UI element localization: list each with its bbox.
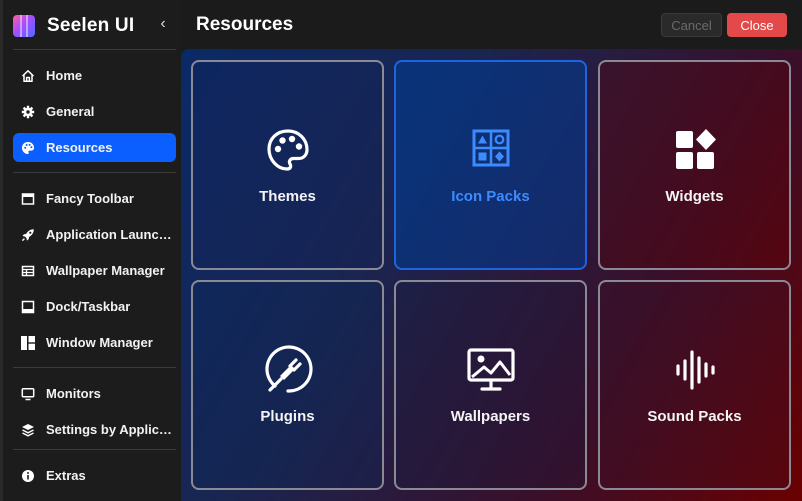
sidebar-divider xyxy=(13,449,176,450)
sidebar-item-label: Window Manager xyxy=(46,335,153,350)
sidebar-divider xyxy=(13,172,176,173)
layers-icon xyxy=(20,422,36,438)
sidebar-item-label: Monitors xyxy=(46,386,101,401)
sidebar-item-extras[interactable]: Extras xyxy=(13,461,176,490)
monitor-icon xyxy=(20,386,36,402)
page-title: Resources xyxy=(196,14,294,35)
sidebar-item-label: Wallpaper Manager xyxy=(46,263,165,278)
resources-panel: Themes Icon Packs Widgets Plugins Wallpa… xyxy=(181,49,802,501)
sidebar-item-wallpaper-manager[interactable]: Wallpaper Manager xyxy=(13,256,176,285)
close-button[interactable]: Close xyxy=(727,13,787,37)
palette-icon xyxy=(193,128,382,172)
sidebar-item-label: Resources xyxy=(46,140,113,155)
sidebar-item-label: Dock/Taskbar xyxy=(46,299,131,314)
resource-card-icon-packs[interactable]: Icon Packs xyxy=(394,60,587,270)
sidebar-item-label: Fancy Toolbar xyxy=(46,191,134,206)
sidebar-item-settings-by-application[interactable]: Settings by Applica... xyxy=(13,415,176,444)
gear-icon xyxy=(20,104,36,120)
sidebar-item-label: Extras xyxy=(46,468,86,483)
window-layout-icon xyxy=(20,335,36,351)
sidebar-divider xyxy=(13,49,176,50)
sidebar-item-fancy-toolbar[interactable]: Fancy Toolbar xyxy=(13,184,176,213)
resource-card-plugins[interactable]: Plugins xyxy=(191,280,384,490)
resource-card-label: Widgets xyxy=(665,188,724,205)
resource-card-label: Themes xyxy=(259,188,316,205)
sidebar-item-general[interactable]: General xyxy=(13,97,176,126)
sidebar-item-monitors[interactable]: Monitors xyxy=(13,379,176,408)
resource-card-wallpapers[interactable]: Wallpapers xyxy=(394,280,587,490)
resource-card-label: Plugins xyxy=(260,408,315,425)
sidebar-item-window-manager[interactable]: Window Manager xyxy=(13,328,176,357)
sound-wave-icon xyxy=(600,348,789,392)
sidebar-item-label: General xyxy=(46,104,95,119)
sidebar: Seelen UI ‹ Home General Resources Fancy… xyxy=(0,0,181,501)
sidebar-item-label: Application Launcher xyxy=(46,227,176,242)
wallpaper-monitor-icon xyxy=(396,348,585,392)
info-icon xyxy=(20,468,36,484)
sidebar-item-dock-taskbar[interactable]: Dock/Taskbar xyxy=(13,292,176,321)
sidebar-item-label: Home xyxy=(46,68,83,83)
palette-icon xyxy=(20,140,36,156)
resource-card-label: Sound Packs xyxy=(647,408,742,425)
cancel-button[interactable]: Cancel xyxy=(661,13,722,37)
sidebar-item-application-launcher[interactable]: Application Launcher xyxy=(13,220,176,249)
widgets-icon xyxy=(600,128,789,172)
chevron-left-icon[interactable]: ‹ xyxy=(154,15,172,35)
dock-icon xyxy=(20,299,36,315)
resource-card-widgets[interactable]: Widgets xyxy=(598,60,791,270)
app-title: Seelen UI xyxy=(47,15,135,36)
resource-card-sound-packs[interactable]: Sound Packs xyxy=(598,280,791,490)
resource-card-themes[interactable]: Themes xyxy=(191,60,384,270)
icon-pack-icon xyxy=(396,128,585,172)
resource-card-label: Icon Packs xyxy=(451,188,530,205)
seelen-logo-icon xyxy=(13,15,35,37)
toolbar-icon xyxy=(20,191,36,207)
brand: Seelen UI ‹ xyxy=(13,13,178,39)
resource-card-label: Wallpapers xyxy=(450,408,531,425)
sidebar-item-resources[interactable]: Resources xyxy=(13,133,176,162)
sidebar-divider xyxy=(13,367,176,368)
wallpaper-icon xyxy=(20,263,36,279)
plug-icon xyxy=(193,345,382,393)
home-icon xyxy=(20,68,36,84)
sidebar-item-label: Settings by Applica... xyxy=(46,422,176,437)
rocket-icon xyxy=(20,227,36,243)
sidebar-item-home[interactable]: Home xyxy=(13,61,176,90)
